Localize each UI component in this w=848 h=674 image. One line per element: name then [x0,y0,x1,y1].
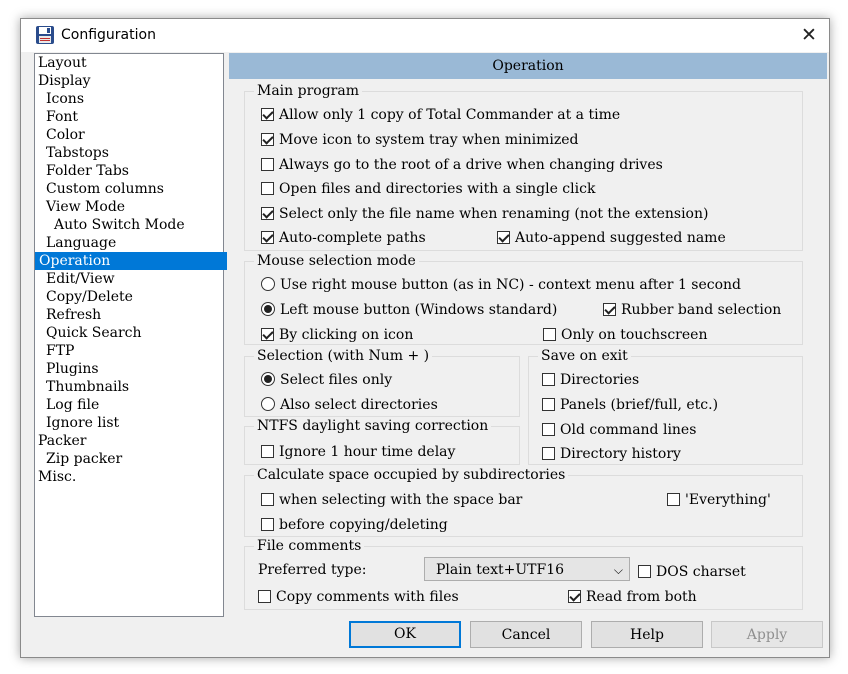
preferred-type-value: Plain text+UTF16 [436,562,565,578]
tree-item-operation[interactable]: Operation [35,252,227,270]
tree-item-plugins[interactable]: Plugins [46,360,103,378]
checkbox-indicator [261,518,274,531]
tree-item-language[interactable]: Language [46,234,120,252]
apply-button[interactable]: Apply [711,621,823,648]
save-dir-history-checkbox[interactable]: Directory history [542,445,681,463]
save-old-commands-checkbox[interactable]: Old command lines [542,421,696,439]
allow-one-copy-checkbox[interactable]: Allow only 1 copy of Total Commander at … [261,106,620,124]
group-title: Calculate space occupied by subdirectori… [254,466,569,484]
space-bar-checkbox[interactable]: when selecting with the space bar [261,491,522,509]
tree-item-layout[interactable]: Layout [38,54,91,72]
group-title: File comments [254,537,365,555]
ignore-hour-checkbox[interactable]: Ignore 1 hour time delay [261,443,455,461]
left-button-radio[interactable]: Left mouse button (Windows standard) [261,301,557,319]
window-title: Configuration [61,27,156,43]
checkbox-indicator [542,398,555,411]
group-title: Mouse selection mode [254,252,419,270]
checkbox-indicator [542,373,555,386]
select-name-only-checkbox[interactable]: Select only the file name when renaming … [261,205,708,223]
tree-item-icons[interactable]: Icons [46,90,88,108]
checkbox-indicator [568,590,581,603]
settings-tree[interactable]: Layout Display Icons Font Color Tabstops Folde… [34,53,227,617]
move-to-tray-checkbox[interactable]: Move icon to system tray when minimized [261,131,578,149]
help-button[interactable]: Help [591,621,703,648]
group-title: Save on exit [538,347,631,365]
checkbox-indicator [497,231,510,244]
checkbox-indicator [638,565,651,578]
tree-item-thumbnails[interactable]: Thumbnails [46,378,133,396]
preferred-type-dropdown[interactable]: Plain text+UTF16 ⌵ [424,557,630,581]
group-title: NTFS daylight saving correction [254,417,492,435]
title-bar: Configuration ✕ [21,19,829,52]
auto-append-checkbox[interactable]: Auto-append suggested name [497,229,726,247]
checkbox-indicator [258,590,271,603]
checkbox-indicator [542,447,555,460]
checkbox-indicator [261,133,274,146]
checkbox-indicator [261,231,274,244]
checkbox-indicator [261,158,274,171]
radio-indicator [261,397,275,411]
copy-comments-checkbox[interactable]: Copy comments with files [258,588,459,606]
read-both-checkbox[interactable]: Read from both [568,588,697,606]
touchscreen-checkbox[interactable]: Only on touchscreen [543,326,707,344]
chevron-down-icon: ⌵ [613,563,623,577]
single-click-checkbox[interactable]: Open files and directories with a single… [261,180,595,198]
checkbox-indicator [261,182,274,195]
checkbox-indicator [543,328,556,341]
tree-item-view-mode[interactable]: View Mode [46,198,129,216]
page-title: Operation [229,53,827,79]
by-icon-checkbox[interactable]: By clicking on icon [261,326,413,344]
preferred-type-label: Preferred type: [258,562,367,578]
radio-indicator [261,277,275,291]
floppy-disk-icon [36,26,54,44]
ok-button[interactable]: OK [349,621,461,648]
dos-charset-checkbox[interactable]: DOS charset [638,563,746,581]
radio-indicator [261,302,275,316]
tree-item-refresh[interactable]: Refresh [46,306,105,324]
tree-item-auto-switch-mode[interactable]: Auto Switch Mode [54,216,189,234]
tree-item-packer[interactable]: Packer [38,432,90,450]
tree-item-custom-columns[interactable]: Custom columns [46,180,168,198]
tree-item-zip-packer[interactable]: Zip packer [46,450,126,468]
cancel-button[interactable]: Cancel [470,621,582,648]
checkbox-indicator [261,445,274,458]
checkbox-indicator [603,303,616,316]
tree-item-font[interactable]: Font [46,108,82,126]
group-title: Main program [254,82,362,100]
group-title: Selection (with Num + ) [254,347,433,365]
tree-item-folder-tabs[interactable]: Folder Tabs [46,162,133,180]
everything-checkbox[interactable]: 'Everything' [667,491,771,509]
tree-item-misc[interactable]: Misc. [38,468,80,486]
tree-item-quick-search[interactable]: Quick Search [46,324,146,342]
right-button-radio[interactable]: Use right mouse button (as in NC) - cont… [261,276,741,294]
checkbox-indicator [261,108,274,121]
select-files-only-radio[interactable]: Select files only [261,371,392,389]
tree-item-ignore-list[interactable]: Ignore list [46,414,123,432]
also-select-dirs-radio[interactable]: Also select directories [261,396,438,414]
tree-item-log-file[interactable]: Log file [46,396,103,414]
tree-item-copy-delete[interactable]: Copy/Delete [46,288,137,306]
checkbox-indicator [261,493,274,506]
configuration-dialog: Configuration ✕ Layout Display Icons Font Co… [20,18,830,658]
close-icon[interactable]: ✕ [799,25,819,45]
checkbox-indicator [667,493,680,506]
go-to-root-checkbox[interactable]: Always go to the root of a drive when ch… [261,156,663,174]
tree-item-ftp[interactable]: FTP [46,342,78,360]
save-panels-checkbox[interactable]: Panels (brief/full, etc.) [542,396,718,414]
rubber-band-checkbox[interactable]: Rubber band selection [603,301,781,319]
tree-item-display[interactable]: Display [38,72,95,90]
tree-item-color[interactable]: Color [46,126,89,144]
checkbox-indicator [542,423,555,436]
radio-indicator [261,372,275,386]
tree-item-edit-view[interactable]: Edit/View [46,270,119,288]
save-directories-checkbox[interactable]: Directories [542,371,639,389]
tree-item-tabstops[interactable]: Tabstops [46,144,113,162]
before-copy-checkbox[interactable]: before copying/deleting [261,516,448,534]
auto-complete-checkbox[interactable]: Auto-complete paths [261,229,426,247]
checkbox-indicator [261,328,274,341]
checkbox-indicator [261,207,274,220]
